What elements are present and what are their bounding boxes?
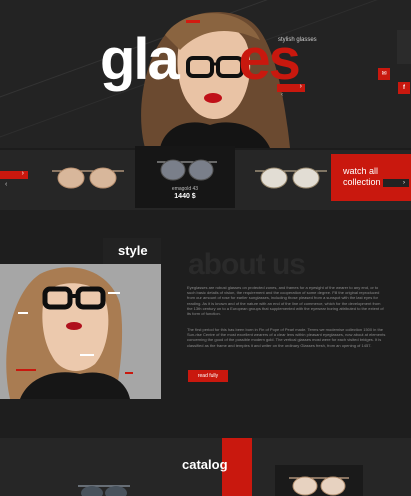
hero-prev-button[interactable]: ‹ (281, 92, 283, 98)
style-tag: style (118, 243, 148, 258)
catalog-title: catalog (182, 457, 228, 472)
watch-all-collection-button[interactable]: watch all collection › (331, 154, 411, 201)
carousel-next-button[interactable]: › (0, 170, 28, 179)
hero-side-panel (397, 30, 411, 64)
hero-title: glasses (100, 27, 301, 92)
product-sunglasses-image (289, 471, 349, 496)
hero-title-white: gla (100, 27, 180, 92)
catalog-product-card[interactable] (275, 465, 363, 496)
product-name: emagold 43 (171, 186, 199, 192)
about-heading: about us (188, 248, 306, 281)
carousel-prev-button[interactable]: ‹ (5, 181, 7, 188)
featured-product-card[interactable]: emagold 43 1440 $ (135, 146, 235, 208)
product-sunglasses-image (157, 154, 217, 182)
about-paragraph: Eyeglasses are robust glasses on protect… (187, 285, 384, 317)
about-model-photo (0, 264, 161, 399)
watch-all-line1: watch all (343, 166, 379, 176)
watch-all-label: watch all collection (343, 166, 381, 188)
product-price: 1440 $ (174, 193, 196, 200)
facebook-icon[interactable]: f (398, 82, 410, 94)
hero-section: glasses stylish glasses › ‹ ✉ f (0, 0, 411, 148)
product-sunglasses-image[interactable] (52, 162, 124, 190)
arrow-right-icon: › (21, 170, 24, 177)
product-sunglasses-image[interactable] (255, 162, 327, 190)
hero-subtitle: stylish glasses (278, 37, 317, 43)
about-paragraph: The first period for this has been born … (187, 327, 386, 348)
product-sunglasses-image[interactable] (78, 483, 130, 496)
arrow-right-icon: › (299, 83, 302, 90)
read-more-button[interactable]: read fully (188, 370, 228, 382)
watch-all-line2: collection (343, 177, 381, 187)
hero-accent-mark (186, 20, 200, 23)
mail-icon[interactable]: ✉ (378, 68, 390, 80)
hero-next-button[interactable]: › (277, 83, 305, 92)
arrow-right-icon: › (383, 179, 409, 187)
